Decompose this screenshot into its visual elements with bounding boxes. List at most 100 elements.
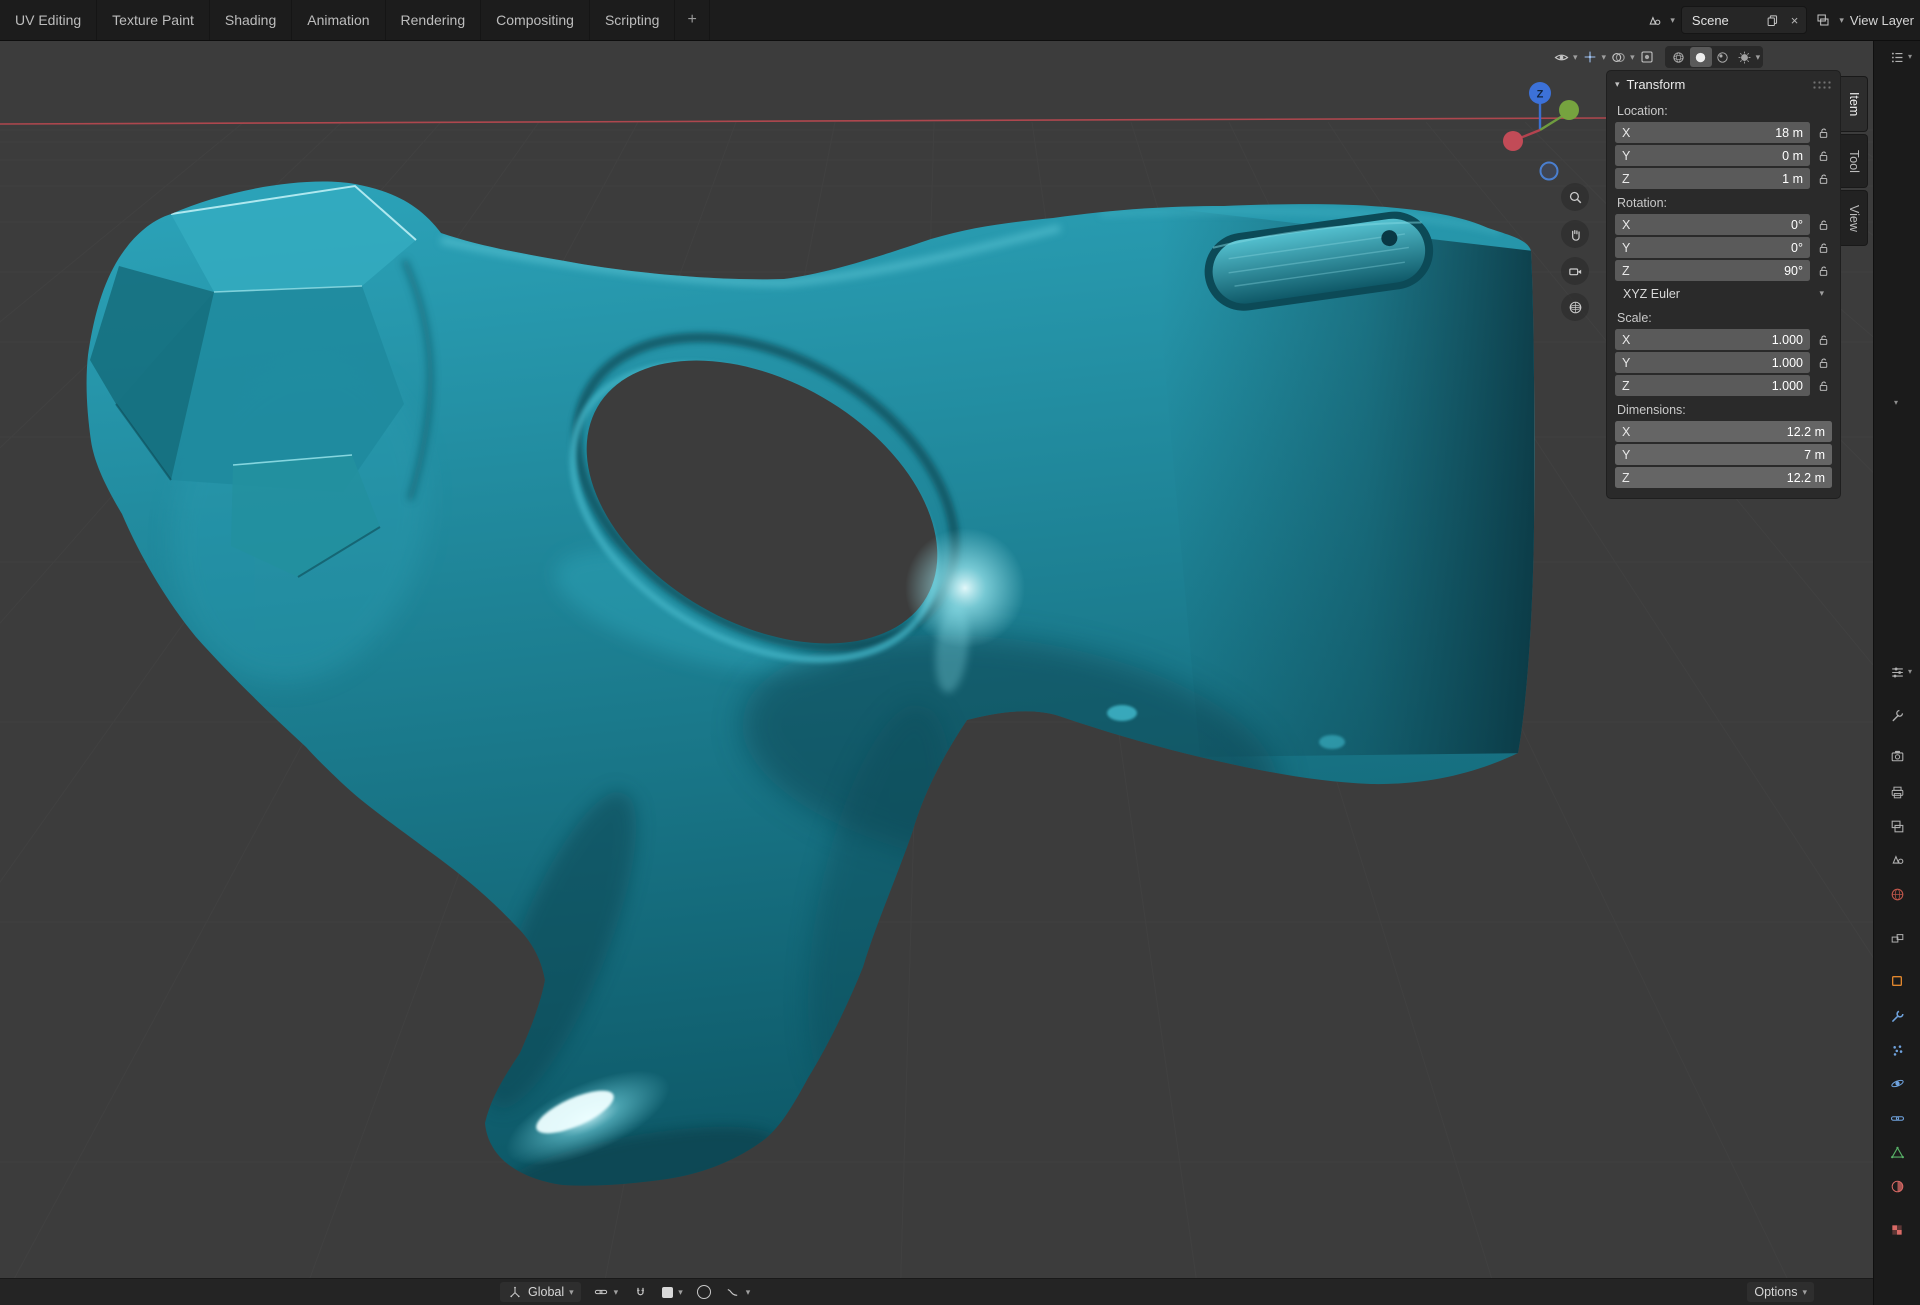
axis-x-line	[0, 118, 1606, 124]
lock-open-icon[interactable]	[1814, 149, 1832, 163]
lock-open-icon[interactable]	[1814, 241, 1832, 255]
chevron-down-icon[interactable]: ▾	[1908, 667, 1912, 676]
proportional-editing-toggle[interactable]	[695, 1282, 713, 1302]
shading-rendered-icon[interactable]	[1734, 47, 1756, 67]
axis-y-ball	[1559, 100, 1579, 120]
viewport-canvas[interactable]	[0, 40, 1874, 1305]
options-dropdown[interactable]: Options ▾	[1747, 1282, 1814, 1302]
navigation-gizmo[interactable]: Z	[1492, 60, 1592, 190]
chevron-down-icon[interactable]: ▾	[1670, 16, 1675, 25]
properties-tab-material[interactable]	[1886, 1175, 1908, 1197]
properties-tab-constraints[interactable]	[1886, 1107, 1908, 1129]
tab-compositing[interactable]: Compositing	[481, 0, 590, 40]
lock-open-icon[interactable]	[1814, 218, 1832, 232]
transform-orientation-dropdown[interactable]: Global ▾	[500, 1282, 581, 1302]
unlink-scene-icon[interactable]: ×	[1789, 13, 1801, 28]
chevron-down-icon[interactable]: ▾	[1630, 53, 1635, 62]
viewport-3d[interactable]: ▾ ▾ ▾ ▾ Z ▾ Tra	[0, 40, 1874, 1305]
snap-target-dropdown[interactable]: ▾	[660, 1282, 685, 1302]
lock-open-icon[interactable]	[1814, 172, 1832, 186]
properties-tab-collection[interactable]	[1886, 927, 1908, 949]
dimensions-y-field[interactable]: Y7 m	[1615, 444, 1832, 465]
location-label: Location:	[1617, 104, 1830, 118]
sidebar-tab-tool[interactable]: Tool	[1841, 134, 1868, 188]
proportional-circle-icon	[697, 1285, 711, 1299]
properties-editor-type-icon[interactable]	[1886, 661, 1908, 683]
properties-tab-particles[interactable]	[1886, 1039, 1908, 1061]
rotation-mode-dropdown[interactable]: XYZ Euler ▾	[1615, 283, 1832, 304]
rotation-label: Rotation:	[1617, 196, 1830, 210]
chevron-down-icon: ▾	[1802, 1288, 1807, 1297]
properties-tab-render[interactable]	[1886, 745, 1908, 767]
right-rail: ▾ ▾ ▾	[1873, 40, 1920, 1305]
tab-texture-paint[interactable]: Texture Paint	[97, 0, 210, 40]
properties-tab-world[interactable]	[1886, 883, 1908, 905]
properties-tab-output[interactable]	[1886, 781, 1908, 803]
scale-z-field[interactable]: Z1.000	[1615, 375, 1810, 396]
chevron-down-icon[interactable]: ▾	[1839, 16, 1844, 25]
dimensions-z-field[interactable]: Z12.2 m	[1615, 467, 1832, 488]
pivot-point-dropdown[interactable]: ▾	[591, 1282, 621, 1302]
scene-browse-icon[interactable]	[1644, 10, 1664, 30]
lock-open-icon[interactable]	[1814, 126, 1832, 140]
collapse-triangle-icon[interactable]: ▾	[1615, 79, 1620, 90]
chevron-down-icon[interactable]: ▾	[1908, 52, 1912, 61]
shading-material-icon[interactable]	[1712, 47, 1734, 67]
view-layer-icon[interactable]	[1813, 10, 1833, 30]
properties-tab-physics[interactable]	[1886, 1072, 1908, 1094]
properties-tab-scene[interactable]	[1886, 848, 1908, 870]
collapse-arrow-icon[interactable]: ▾	[1894, 398, 1898, 407]
outliner-editor-icon[interactable]	[1886, 46, 1908, 68]
proportional-falloff-dropdown[interactable]: ▾	[723, 1282, 753, 1302]
shading-wireframe-icon[interactable]	[1668, 47, 1690, 67]
topbar: UV Editing Texture Paint Shading Animati…	[0, 0, 1920, 41]
location-x-field[interactable]: X18 m	[1615, 122, 1810, 143]
add-workspace-button[interactable]: +	[675, 0, 709, 40]
magnet-icon	[632, 1284, 648, 1300]
rotation-z-field[interactable]: Z90°	[1615, 260, 1810, 281]
properties-tab-view-layer[interactable]	[1886, 815, 1908, 837]
rotation-x-field[interactable]: X0°	[1615, 214, 1810, 235]
lock-open-icon[interactable]	[1814, 379, 1832, 393]
xray-toggle-icon[interactable]	[1636, 46, 1658, 68]
lock-open-icon[interactable]	[1814, 356, 1832, 370]
location-y-field[interactable]: Y0 m	[1615, 145, 1810, 166]
scale-label: Scale:	[1617, 311, 1830, 325]
tab-rendering[interactable]: Rendering	[386, 0, 482, 40]
mesh-object[interactable]	[87, 182, 1535, 1219]
properties-tab-texture[interactable]	[1886, 1219, 1908, 1241]
camera-view-button[interactable]	[1561, 257, 1589, 285]
chevron-down-icon[interactable]: ▾	[1602, 53, 1607, 62]
dimensions-x-field[interactable]: X12.2 m	[1615, 421, 1832, 442]
panel-grip-icon[interactable]	[1812, 80, 1832, 89]
tab-uv-editing[interactable]: UV Editing	[0, 0, 97, 40]
scene-name-field[interactable]: Scene ×	[1681, 6, 1807, 34]
scale-x-field[interactable]: X1.000	[1615, 329, 1810, 350]
perspective-toggle-button[interactable]	[1561, 293, 1589, 321]
overlays-toggle-icon[interactable]	[1607, 46, 1629, 68]
sidebar-tab-item[interactable]: Item	[1841, 76, 1868, 132]
new-scene-icon[interactable]	[1763, 10, 1783, 30]
properties-tab-modifiers[interactable]	[1886, 1005, 1908, 1027]
scene-name: Scene	[1688, 13, 1757, 28]
lock-open-icon[interactable]	[1814, 264, 1832, 278]
snap-toggle-button[interactable]	[630, 1282, 650, 1302]
scale-y-field[interactable]: Y1.000	[1615, 352, 1810, 373]
properties-tab-tool[interactable]	[1886, 704, 1908, 726]
tab-scripting[interactable]: Scripting	[590, 0, 675, 40]
tab-animation[interactable]: Animation	[292, 0, 385, 40]
rotation-y-field[interactable]: Y0°	[1615, 237, 1810, 258]
lock-open-icon[interactable]	[1814, 333, 1832, 347]
sidebar-tab-view[interactable]: View	[1841, 190, 1868, 246]
properties-tab-object-data[interactable]	[1886, 1141, 1908, 1163]
view-layer-name[interactable]: View Layer	[1850, 13, 1914, 28]
tab-shading[interactable]: Shading	[210, 0, 292, 40]
transform-panel-header[interactable]: ▾ Transform	[1607, 71, 1840, 97]
properties-tab-object[interactable]	[1886, 970, 1908, 992]
zoom-button[interactable]	[1561, 183, 1589, 211]
pan-hand-button[interactable]	[1561, 220, 1589, 248]
shading-solid-icon[interactable]	[1690, 47, 1712, 67]
location-z-field[interactable]: Z1 m	[1615, 168, 1810, 189]
sidebar-transform-panel: ▾ Transform Location: X18 m Y0 m Z1 m Ro…	[1606, 70, 1841, 499]
chevron-down-icon[interactable]: ▾	[1756, 53, 1761, 62]
